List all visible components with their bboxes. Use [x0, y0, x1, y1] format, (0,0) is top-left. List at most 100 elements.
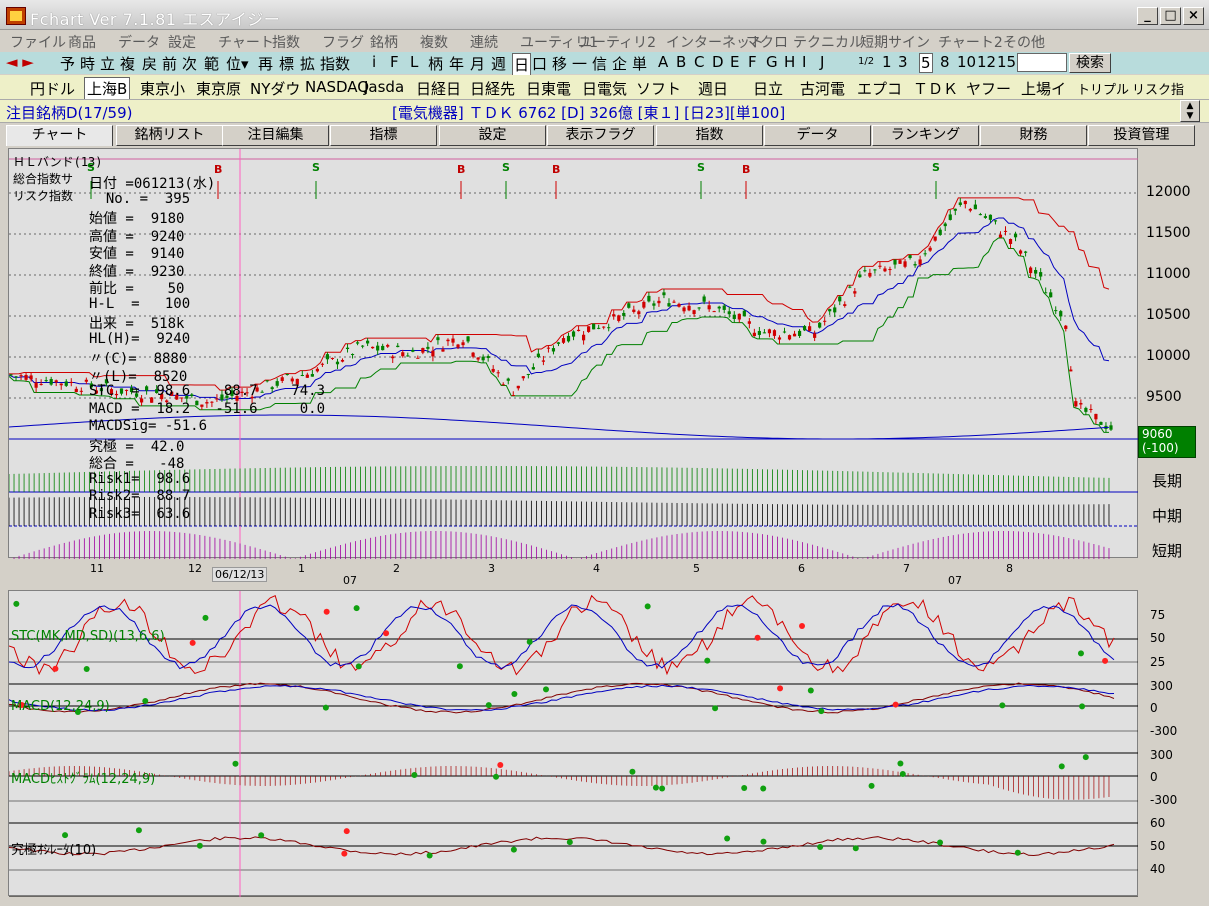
toolbar-button[interactable]: F: [748, 53, 757, 71]
stock-shortcut[interactable]: Jasda: [364, 78, 404, 96]
toolbar-button[interactable]: 10: [957, 53, 976, 71]
menu-item[interactable]: 複数: [420, 32, 448, 52]
tab-9[interactable]: 財務: [980, 125, 1087, 146]
stock-shortcut[interactable]: 古河電: [800, 78, 845, 99]
spin-button[interactable]: ▲ ▼: [1180, 100, 1200, 122]
toolbar-button[interactable]: 3: [898, 53, 908, 71]
toolbar-button[interactable]: F: [390, 53, 399, 71]
stock-shortcut[interactable]: 日立: [753, 78, 783, 99]
stock-shortcut[interactable]: 東京小: [140, 78, 185, 99]
menu-item[interactable]: 設定: [168, 32, 196, 52]
toolbar-button[interactable]: 拡: [300, 53, 315, 74]
menu-item[interactable]: チャート: [218, 32, 274, 52]
toolbar-button[interactable]: I: [802, 53, 806, 71]
menu-item[interactable]: 商品: [68, 32, 96, 52]
toolbar-button[interactable]: 15: [997, 53, 1016, 71]
toolbar-button[interactable]: H: [784, 53, 795, 71]
toolbar-button[interactable]: D: [712, 53, 724, 71]
tab-1[interactable]: 銘柄リスト: [116, 125, 223, 146]
stock-shortcut[interactable]: 上海B: [84, 77, 131, 100]
code-input[interactable]: [1017, 53, 1067, 72]
stock-shortcut[interactable]: 日経先: [470, 78, 515, 99]
toolbar-button[interactable]: 12: [977, 53, 996, 71]
tab-0[interactable]: チャート: [6, 125, 113, 146]
toolbar-button[interactable]: 戻: [142, 53, 157, 74]
toolbar-button[interactable]: 複: [120, 53, 135, 74]
tab-2[interactable]: 注目編集: [222, 125, 329, 146]
nav-arrows-icon[interactable]: ◄ ►: [6, 53, 34, 71]
menu-item[interactable]: 連続: [470, 32, 498, 52]
menu-item[interactable]: データ: [118, 32, 160, 52]
stock-shortcut[interactable]: 日経日: [416, 78, 461, 99]
toolbar-button[interactable]: 指数: [320, 53, 350, 74]
toolbar-button[interactable]: 月: [470, 53, 485, 74]
minimize-button[interactable]: _: [1137, 7, 1158, 25]
toolbar-button[interactable]: 企: [612, 53, 627, 74]
toolbar-button[interactable]: 5: [919, 53, 933, 73]
toolbar-button[interactable]: 移: [552, 53, 567, 74]
tab-7[interactable]: データ: [764, 125, 871, 146]
tab-10[interactable]: 投資管理: [1088, 125, 1195, 146]
toolbar-button[interactable]: 次: [182, 53, 197, 74]
toolbar-button[interactable]: 週: [491, 53, 506, 74]
stock-shortcut[interactable]: NASDAQ: [305, 78, 369, 96]
menu-item[interactable]: 指数: [272, 32, 300, 52]
toolbar-button[interactable]: 予: [60, 53, 75, 74]
menu-item[interactable]: テクニカル: [793, 32, 863, 52]
stock-shortcut[interactable]: リスク指: [1132, 79, 1184, 98]
menu-item[interactable]: 銘柄: [370, 32, 398, 52]
toolbar-button[interactable]: 再: [258, 53, 273, 74]
menu-item[interactable]: チャート2: [938, 32, 1003, 52]
toolbar-button[interactable]: 前: [162, 53, 177, 74]
stock-shortcut[interactable]: ヤフー: [966, 78, 1011, 99]
stock-shortcut[interactable]: 週日: [698, 78, 728, 99]
toolbar-button[interactable]: i: [372, 53, 376, 71]
toolbar-button[interactable]: A: [658, 53, 668, 71]
menu-item[interactable]: その他: [1003, 32, 1045, 52]
toolbar-button[interactable]: B: [676, 53, 686, 71]
toolbar-button[interactable]: 位▾: [226, 53, 249, 74]
stock-shortcut[interactable]: ＴＤＫ: [913, 78, 958, 99]
tab-8[interactable]: ランキング: [872, 125, 979, 146]
stock-shortcut[interactable]: エプコ: [857, 78, 902, 99]
toolbar-button[interactable]: 柄: [428, 53, 443, 74]
toolbar-button[interactable]: G: [766, 53, 778, 71]
tab-6[interactable]: 指数: [656, 125, 763, 146]
toolbar-button[interactable]: 立: [100, 53, 115, 74]
stock-shortcut[interactable]: 円ドル: [30, 78, 75, 99]
stock-shortcut[interactable]: 日東電: [526, 78, 571, 99]
stock-shortcut[interactable]: NYダウ: [250, 78, 300, 99]
toolbar-button[interactable]: J: [820, 53, 824, 71]
toolbar-button[interactable]: 単: [632, 53, 647, 74]
toolbar-button[interactable]: 年: [449, 53, 464, 74]
toolbar-button[interactable]: 1: [882, 53, 892, 71]
menu-item[interactable]: ユーティリ2: [578, 32, 656, 52]
toolbar-button[interactable]: C: [694, 53, 704, 71]
search-button[interactable]: 検索: [1069, 53, 1111, 73]
stock-shortcut[interactable]: 東京原: [196, 78, 241, 99]
toolbar-button[interactable]: 日: [512, 53, 532, 76]
stock-shortcut[interactable]: ソフト: [636, 78, 681, 99]
toolbar-button[interactable]: 一: [572, 53, 587, 74]
app-icon[interactable]: [6, 7, 26, 25]
toolbar-button[interactable]: 標: [279, 53, 294, 74]
tab-3[interactable]: 指標: [330, 125, 437, 146]
toolbar-button[interactable]: 1/2: [858, 56, 874, 67]
menu-item[interactable]: ファイル: [10, 32, 66, 52]
toolbar-button[interactable]: 8: [940, 53, 950, 71]
maximize-button[interactable]: □: [1160, 7, 1181, 25]
oscillator-panels[interactable]: STC(MK,MD,SD)(13,6,6) MACD(12,24,9) MACD…: [8, 590, 1139, 898]
toolbar-button[interactable]: 信: [592, 53, 607, 74]
close-button[interactable]: ×: [1183, 7, 1204, 25]
menu-item[interactable]: 短期サイン: [860, 32, 930, 52]
menu-item[interactable]: マクロ: [746, 32, 788, 52]
tab-5[interactable]: 表示フラグ: [547, 125, 654, 146]
toolbar-button[interactable]: 範: [204, 53, 219, 74]
tab-4[interactable]: 設定: [439, 125, 546, 146]
toolbar-button[interactable]: 時: [80, 53, 95, 74]
toolbar-button[interactable]: L: [410, 53, 418, 71]
stock-shortcut[interactable]: 上場イ: [1021, 78, 1066, 99]
stock-shortcut[interactable]: 日電気: [582, 78, 627, 99]
stock-shortcut[interactable]: トリプル: [1077, 79, 1129, 98]
menu-item[interactable]: フラグ: [322, 32, 364, 52]
